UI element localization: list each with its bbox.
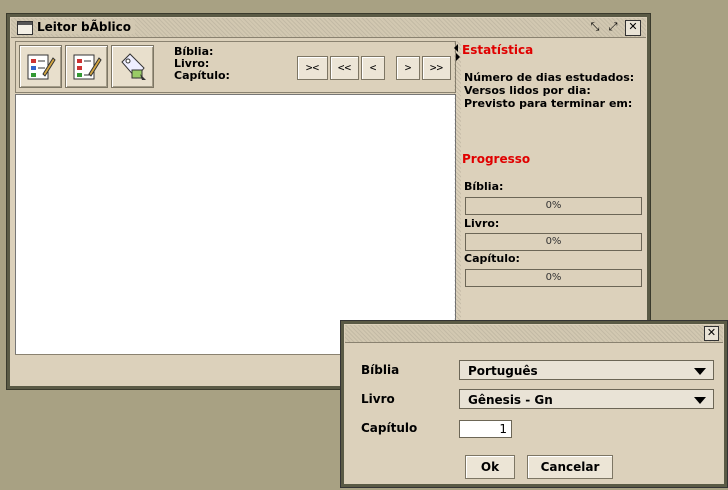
chevron-down-icon[interactable]	[694, 368, 706, 375]
nav-first-button[interactable]: ><	[297, 56, 328, 80]
stat-expected-finish: Previsto para terminar em:	[464, 97, 633, 110]
collapse-left-icon[interactable]	[454, 44, 458, 52]
tag-icon	[121, 53, 146, 80]
biblia-select-value: Português	[468, 364, 538, 378]
selection-dialog: ✕ Bíblia Português Livro Gênesis - Gn Ca…	[340, 320, 728, 488]
progress-biblia-bar: 0%	[465, 197, 642, 215]
statistics-panel: Estatística Número de dias estudados: Ve…	[462, 41, 644, 353]
chevron-down-icon[interactable]	[694, 397, 706, 404]
edit-checklist-icon	[27, 54, 56, 80]
dialog-biblia-label: Bíblia	[361, 363, 400, 377]
edit-list-icon	[73, 54, 102, 80]
nav-prev-chapter-button[interactable]: <<	[330, 56, 359, 80]
cancel-button[interactable]: Cancelar	[527, 455, 613, 479]
ok-button[interactable]: Ok	[465, 455, 515, 479]
collapse-right-icon[interactable]	[456, 53, 460, 61]
livro-select-value: Gênesis - Gn	[468, 393, 553, 407]
edit-checklist-button[interactable]	[19, 45, 62, 88]
biblia-select[interactable]: Português	[459, 360, 714, 380]
dialog-capitulo-label: Capítulo	[361, 421, 418, 435]
dialog-close-icon[interactable]: ✕	[704, 326, 719, 341]
toolbar: Bíblia: Livro: Capítulo: >< << < > >>	[15, 41, 456, 93]
nav-prev-button[interactable]: <	[361, 56, 385, 80]
capitulo-input[interactable]: 1	[459, 420, 512, 438]
dialog-livro-label: Livro	[361, 392, 395, 406]
main-titlebar[interactable]: Leitor bÃ­blico ⤡ ⤢ ✕	[11, 18, 646, 38]
progress-heading: Progresso	[462, 152, 531, 166]
tag-button[interactable]	[111, 45, 154, 88]
nav-next-chapter-button[interactable]: >>	[422, 56, 451, 80]
window-icon	[17, 21, 33, 35]
text-area[interactable]	[15, 94, 456, 355]
dialog-titlebar[interactable]: ✕	[345, 325, 723, 343]
progress-capitulo-bar: 0%	[465, 269, 642, 287]
panel-splitter[interactable]	[454, 41, 461, 353]
progress-biblia-label: Bíblia:	[464, 180, 504, 193]
progress-capitulo-label: Capítulo:	[464, 252, 520, 265]
minimize-icon[interactable]: ⤡	[588, 20, 602, 34]
stat-verses-per-day: Versos lidos por dia:	[464, 84, 591, 97]
close-icon[interactable]: ✕	[625, 20, 641, 36]
stat-days-studied: Número de dias estudados:	[464, 71, 635, 84]
info-capitulo-label: Capítulo:	[174, 69, 230, 82]
statistics-heading: Estatística	[462, 43, 534, 57]
edit-list-button[interactable]	[65, 45, 108, 88]
nav-next-button[interactable]: >	[396, 56, 420, 80]
progress-livro-bar: 0%	[465, 233, 642, 251]
maximize-icon[interactable]: ⤢	[606, 20, 620, 34]
progress-livro-label: Livro:	[464, 217, 500, 230]
reading-info: Bíblia: Livro: Capítulo:	[174, 46, 230, 82]
window-title: Leitor bÃ­blico	[37, 20, 136, 34]
livro-select[interactable]: Gênesis - Gn	[459, 389, 714, 409]
